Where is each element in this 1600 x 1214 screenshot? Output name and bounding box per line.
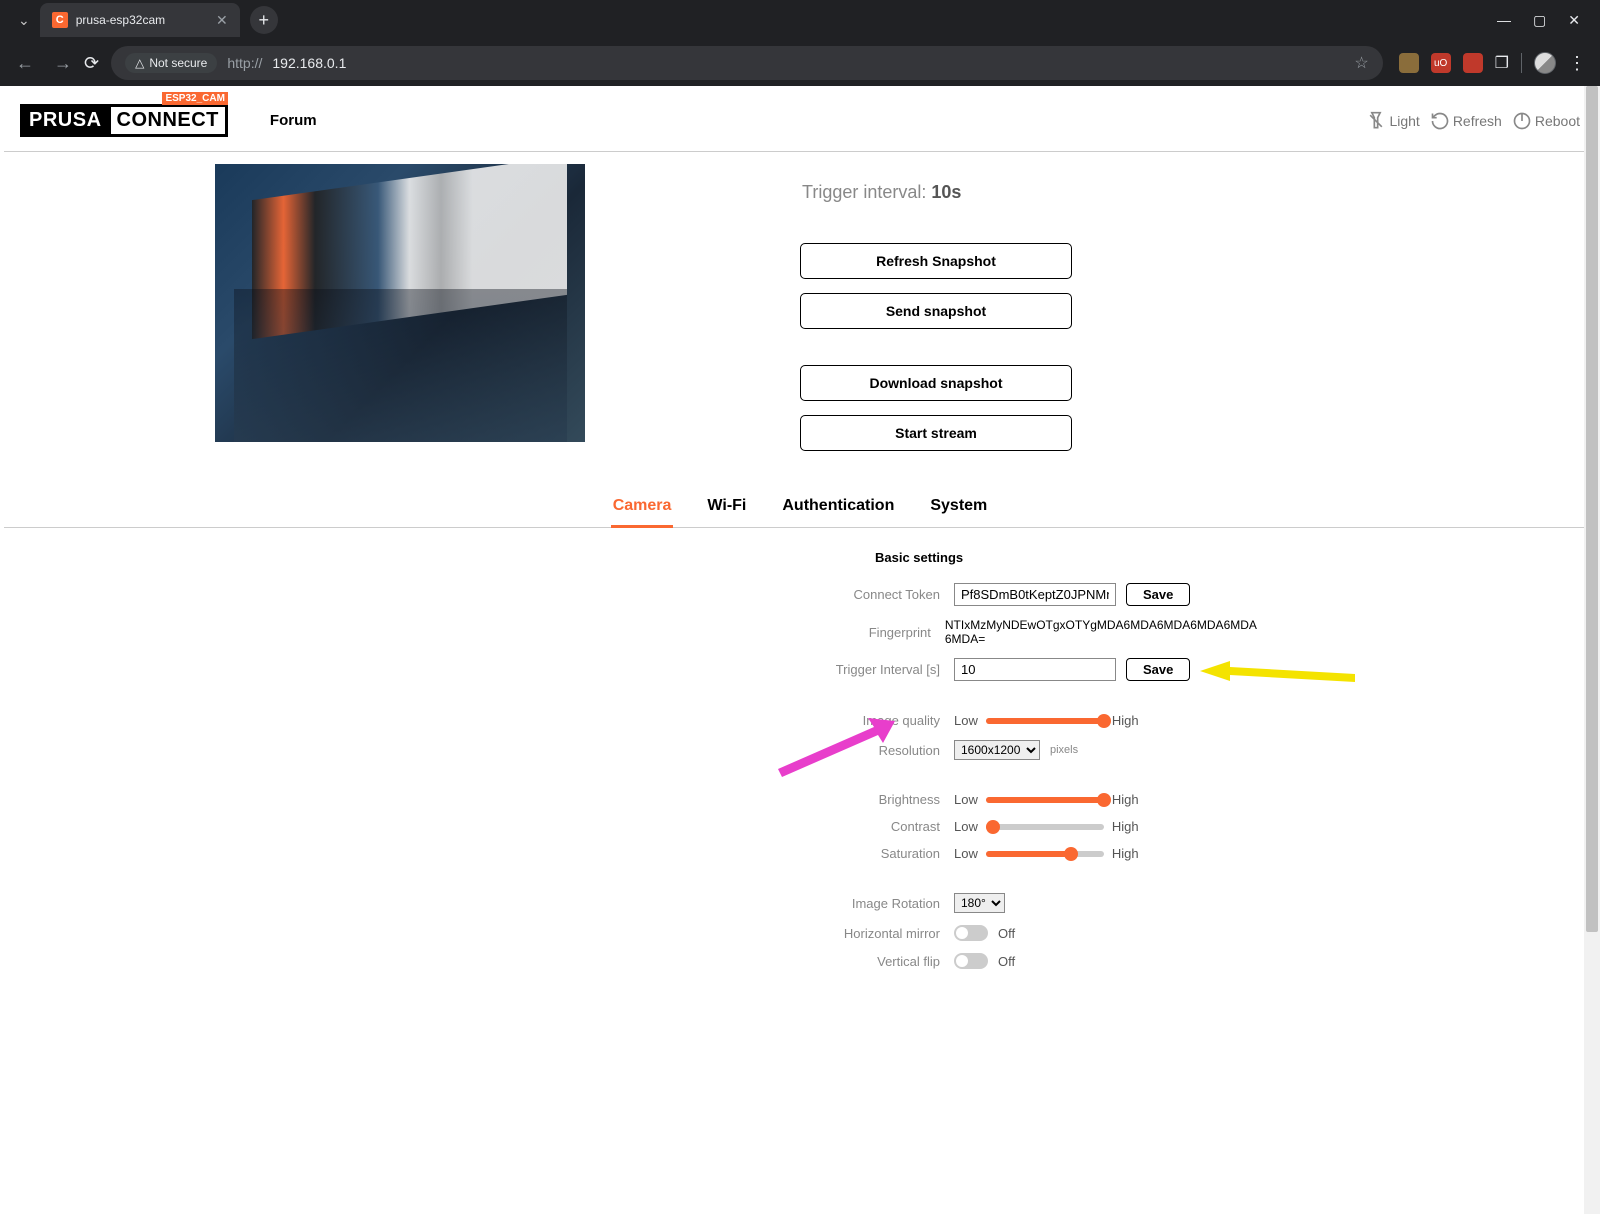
address-bar[interactable]: △ Not secure http:// 192.168.0.1 ☆ — [111, 46, 1383, 80]
tab-wifi[interactable]: Wi-Fi — [705, 493, 748, 527]
reload-icon[interactable]: ⟳ — [84, 53, 99, 74]
snapshot-section: Trigger interval: 10s Refresh Snapshot S… — [0, 152, 1600, 465]
url-host: 192.168.0.1 — [272, 55, 346, 71]
connect-token-input[interactable] — [954, 583, 1116, 606]
new-tab-button[interactable]: + — [250, 6, 278, 34]
image-rotation-select[interactable]: 180° — [954, 893, 1005, 913]
tab-title: prusa-esp32cam — [76, 13, 208, 27]
annotation-arrow-pink — [770, 718, 900, 778]
light-button[interactable]: Light — [1366, 111, 1419, 131]
separator — [1521, 53, 1522, 73]
camera-snapshot-image — [215, 164, 585, 442]
maximize-icon[interactable]: ▢ — [1533, 12, 1546, 29]
logo-badge: ESP32_CAM — [162, 92, 227, 105]
extension-1-icon[interactable] — [1399, 53, 1419, 73]
contrast-slider[interactable] — [986, 824, 1104, 830]
refresh-snapshot-button[interactable]: Refresh Snapshot — [800, 243, 1072, 279]
tab-camera[interactable]: Camera — [611, 493, 674, 528]
page-content: ESP32_CAM PRUSA CONNECT Forum Light Refr… — [0, 86, 1600, 1021]
row-brightness: Brightness Low High — [340, 792, 1260, 807]
row-image-rotation: Image Rotation 180° — [340, 893, 1260, 913]
send-snapshot-button[interactable]: Send snapshot — [800, 293, 1072, 329]
tab-authentication[interactable]: Authentication — [780, 493, 896, 527]
flashlight-icon — [1366, 111, 1386, 131]
refresh-icon — [1430, 111, 1450, 131]
annotation-arrow-yellow — [1200, 656, 1360, 696]
row-contrast: Contrast Low High — [340, 819, 1260, 834]
browser-chrome: ⌄ C prusa-esp32cam ✕ + ― ▢ ✕ ← → ⟳ △ Not… — [0, 0, 1600, 86]
brightness-slider[interactable] — [986, 797, 1104, 803]
row-trigger-interval: Trigger Interval [s] Save — [340, 658, 1260, 681]
nav-arrows: ← → — [10, 53, 72, 74]
tab-strip: ⌄ C prusa-esp32cam ✕ + ― ▢ ✕ — [0, 0, 1600, 40]
profile-avatar[interactable] — [1534, 52, 1556, 74]
vertical-flip-toggle[interactable] — [954, 953, 988, 969]
browser-toolbar: ← → ⟳ △ Not secure http:// 192.168.0.1 ☆… — [0, 40, 1600, 86]
saturation-slider[interactable] — [986, 851, 1104, 857]
window-controls: ― ▢ ✕ — [1485, 12, 1592, 29]
back-icon[interactable]: ← — [16, 53, 34, 74]
forward-icon[interactable]: → — [54, 53, 72, 74]
logo[interactable]: ESP32_CAM PRUSA CONNECT — [20, 104, 228, 137]
url-prefix: http:// — [227, 55, 262, 71]
extensions-puzzle-icon[interactable]: ❐ — [1495, 53, 1509, 73]
not-secure-badge[interactable]: △ Not secure — [125, 53, 217, 73]
image-quality-slider[interactable] — [986, 718, 1104, 724]
row-connect-token: Connect Token Save — [340, 583, 1260, 606]
row-vertical-flip: Vertical flip Off — [340, 953, 1260, 969]
settings-panel: Basic settings Connect Token Save Finger… — [340, 550, 1260, 969]
browser-tab[interactable]: C prusa-esp32cam ✕ — [40, 3, 240, 37]
trigger-interval-input[interactable] — [954, 658, 1116, 681]
forum-link[interactable]: Forum — [270, 112, 317, 129]
close-window-icon[interactable]: ✕ — [1568, 12, 1580, 29]
row-horizontal-mirror: Horizontal mirror Off — [340, 925, 1260, 941]
ublock-icon[interactable]: uO — [1431, 53, 1451, 73]
trigger-interval-display: Trigger interval: 10s — [802, 182, 1600, 203]
extension-icons: uO ❐ ⋮ — [1395, 52, 1590, 74]
start-stream-button[interactable]: Start stream — [800, 415, 1072, 451]
scrollbar-thumb[interactable] — [1586, 86, 1598, 932]
bookmark-star-icon[interactable]: ☆ — [1354, 53, 1368, 73]
horizontal-mirror-toggle[interactable] — [954, 925, 988, 941]
settings-tabs: Camera Wi-Fi Authentication System — [4, 493, 1596, 528]
tab-close-icon[interactable]: ✕ — [216, 12, 228, 29]
row-resolution: Resolution 1600x1200 pixels — [340, 740, 1260, 760]
refresh-button[interactable]: Refresh — [1430, 111, 1502, 131]
tab-system[interactable]: System — [928, 493, 989, 527]
fingerprint-value: NTIxMzMyNDEwOTgxOTYgMDA6MDA6MDA6MDA6MDA6… — [945, 618, 1260, 646]
warning-icon: △ — [135, 56, 144, 70]
tabs-dropdown-icon[interactable]: ⌄ — [8, 12, 40, 29]
page-scrollbar[interactable] — [1584, 86, 1600, 1214]
section-title: Basic settings — [875, 550, 1260, 565]
menu-dots-icon[interactable]: ⋮ — [1568, 53, 1586, 74]
row-saturation: Saturation Low High — [340, 846, 1260, 861]
connect-token-save-button[interactable]: Save — [1126, 583, 1190, 606]
power-icon — [1512, 111, 1532, 131]
trigger-interval-save-button[interactable]: Save — [1126, 658, 1190, 681]
reboot-button[interactable]: Reboot — [1512, 111, 1580, 131]
resolution-select[interactable]: 1600x1200 — [954, 740, 1040, 760]
page-header: ESP32_CAM PRUSA CONNECT Forum Light Refr… — [4, 86, 1596, 152]
download-snapshot-button[interactable]: Download snapshot — [800, 365, 1072, 401]
row-fingerprint: Fingerprint NTIxMzMyNDEwOTgxOTYgMDA6MDA6… — [340, 618, 1260, 646]
header-actions: Light Refresh Reboot — [1366, 111, 1580, 131]
minimize-icon[interactable]: ― — [1497, 12, 1511, 29]
favicon-icon: C — [52, 12, 68, 28]
extension-3-icon[interactable] — [1463, 53, 1483, 73]
